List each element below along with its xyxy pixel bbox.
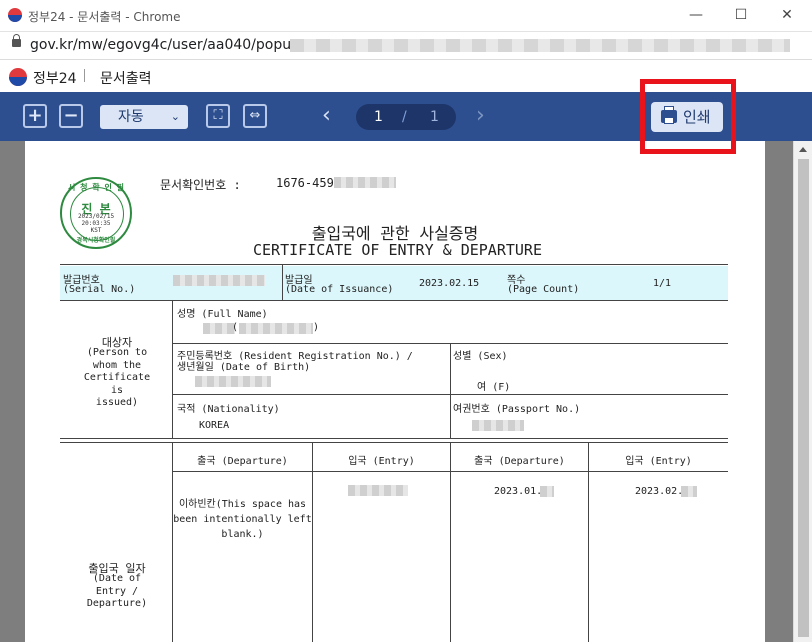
col-departure-1: 출국 (Departure) [197, 456, 288, 467]
confirm-no-label: 문서확인번호 : [160, 178, 241, 192]
serial-label-en: (Serial No.) [63, 284, 136, 295]
zoom-select[interactable]: 자동 ⌄ [100, 105, 188, 129]
departure-date-2: 2023.01. [494, 486, 543, 497]
lock-icon [12, 34, 21, 47]
issue-label-en: (Date of Issuance) [285, 284, 394, 295]
seal-top-text: 시 청 확 인 필 [67, 183, 125, 192]
entry-1-redacted [348, 485, 408, 496]
app-header: 정부24 문서출력 [0, 60, 812, 92]
address-bar[interactable]: gov.kr/mw/egovg4c/user/aa040/popup [0, 32, 812, 60]
prev-page-button[interactable]: ‹ [322, 104, 331, 128]
blank-note: 이하빈칸(This space has been intentionally l… [173, 499, 312, 540]
entry-date-2-redacted [681, 486, 697, 497]
scroll-up-icon[interactable] [799, 147, 807, 152]
scrollbar-thumb[interactable] [798, 159, 809, 637]
print-button[interactable]: 인쇄 [651, 102, 723, 132]
printer-icon [661, 106, 677, 124]
rrn-label-2: 생년월일 (Date of Birth) [177, 362, 311, 373]
nationality-label: 국적 (Nationality) [177, 404, 280, 415]
dates-label-en: (Date of Entry / Departure) [86, 573, 148, 609]
maximize-button[interactable]: ☐ [726, 4, 756, 26]
next-page-button[interactable]: › [476, 104, 485, 128]
window-title: 정부24 - 문서출력 - Chrome [28, 10, 181, 24]
zoom-out-button[interactable]: − [59, 104, 83, 128]
col-departure-2: 출국 (Departure) [474, 456, 565, 467]
issue-date: 2023.02.15 [419, 278, 480, 289]
close-button[interactable]: ✕ [772, 4, 802, 26]
header-divider [84, 69, 85, 82]
issuance-row [60, 266, 728, 301]
gov24-logo-icon [9, 68, 27, 86]
url-redacted [290, 39, 790, 52]
current-page[interactable]: 1 [374, 104, 383, 130]
col-entry-2: 입국 (Entry) [625, 456, 692, 467]
page-label-en: (Page Count) [507, 284, 580, 295]
print-button-label: 인쇄 [683, 108, 711, 126]
entry-date-2: 2023.02. [635, 486, 684, 497]
fit-page-button[interactable]: ⛶ [206, 104, 230, 128]
confirm-no-redacted [334, 177, 396, 188]
page-separator: / [402, 109, 407, 125]
fit-width-button[interactable]: ⇔ [243, 104, 267, 128]
sex-label: 성별 (Sex) [453, 351, 508, 362]
page-title: 문서출력 [100, 71, 152, 87]
chevron-down-icon: ⌄ [170, 110, 180, 123]
document-page: 시 청 확 인 필 진 본 2023/02/15 20:03:35 KST 경복… [25, 141, 765, 642]
rrn-redacted [195, 376, 271, 387]
col-entry-1: 입국 (Entry) [348, 456, 415, 467]
serial-redacted [173, 275, 265, 286]
url-text[interactable]: gov.kr/mw/egovg4c/user/aa040/popup [30, 37, 300, 53]
gov24-favicon-icon [8, 8, 22, 22]
name-en-redacted [239, 323, 313, 334]
name-redacted [203, 323, 235, 334]
name-paren-open: ( [232, 322, 239, 333]
name-label: 성명 (Full Name) [177, 309, 268, 320]
viewer-scrollbar[interactable] [793, 141, 812, 642]
zoom-in-button[interactable]: + [23, 104, 47, 128]
page-count: 1/1 [653, 278, 672, 289]
name-paren-close: ) [313, 322, 320, 333]
passport-redacted [472, 420, 524, 431]
viewer-toolbar: + − 자동 ⌄ ⛶ ⇔ ‹ 1 / 1 › 인쇄 [0, 92, 812, 141]
sex-value: 여 (F) [477, 382, 511, 393]
page-indicator[interactable]: 1 / 1 [356, 104, 456, 130]
departure-date-2-redacted [540, 486, 554, 497]
minimize-button[interactable]: — [681, 4, 711, 26]
window-titlebar: 정부24 - 문서출력 - Chrome — ☐ ✕ [0, 0, 812, 32]
passport-label: 여권번호 (Passport No.) [453, 404, 581, 415]
total-pages: 1 [430, 109, 439, 125]
zoom-select-value: 자동 [118, 109, 144, 125]
brand-name: 정부24 [33, 71, 77, 87]
document-viewer[interactable]: 시 청 확 인 필 진 본 2023/02/15 20:03:35 KST 경복… [0, 141, 812, 642]
title-english: CERTIFICATE OF ENTRY & DEPARTURE [253, 241, 542, 259]
subject-label-en: (Person to whom the Certificate is issue… [83, 347, 151, 408]
nationality-value: KOREA [199, 420, 230, 431]
